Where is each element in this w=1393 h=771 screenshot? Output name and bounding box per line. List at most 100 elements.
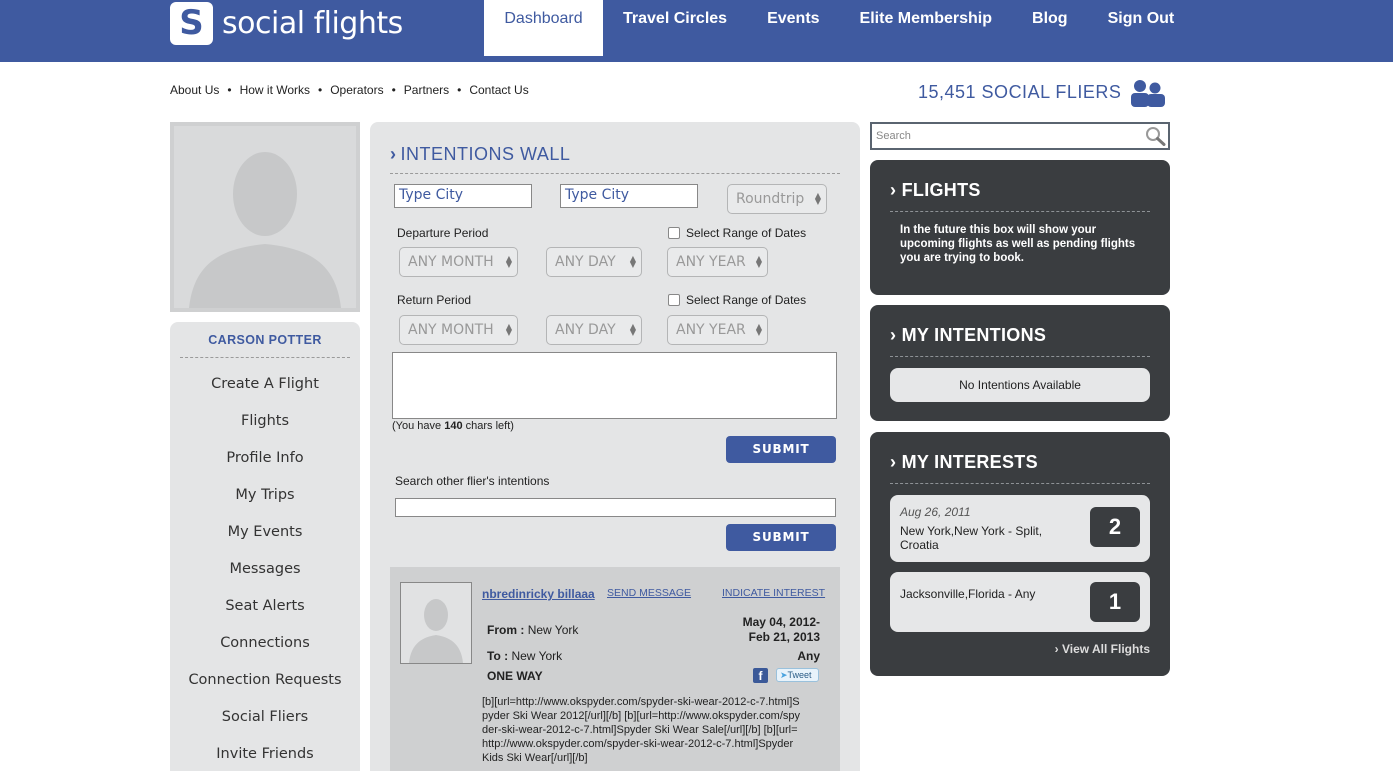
logo-text: social flights [222, 5, 403, 41]
departure-year-select[interactable]: ANY YEAR ▲ ▼ [667, 247, 768, 277]
return-day-value: ANY DAY [555, 322, 616, 338]
subnav-partners[interactable]: Partners [404, 83, 449, 97]
wall-title: › INTENTIONS WALL [390, 144, 570, 165]
search-other-input[interactable] [395, 498, 836, 517]
menu-profile-info[interactable]: Profile Info [170, 440, 360, 477]
post-username-link[interactable]: nbredinricky billaaa [482, 587, 595, 601]
return-range-checkbox[interactable] [668, 294, 680, 306]
menu-social-fliers[interactable]: Social Fliers [170, 699, 360, 736]
site-search-input[interactable]: Search [870, 122, 1170, 150]
my-intentions-panel: › MY INTENTIONS No Intentions Available [870, 305, 1170, 421]
interest-count-badge[interactable]: 1 [1090, 582, 1140, 622]
twitter-bird-icon: ➤ [780, 670, 788, 680]
interest-card[interactable]: Jacksonville,Florida - Any 1 [890, 572, 1150, 632]
bullet-separator: • [457, 83, 462, 97]
departure-range-checkbox[interactable] [668, 227, 680, 239]
social-fliers-count[interactable]: 15,451 SOCIAL FLIERS [918, 76, 1167, 108]
user-silhouette-icon [174, 126, 356, 308]
updown-arrows-icon: ▲ ▼ [755, 322, 762, 337]
logo-icon: S [170, 1, 213, 45]
divider [390, 173, 840, 174]
departure-month-value: ANY MONTH [408, 254, 494, 270]
logo[interactable]: S social flights [170, 0, 403, 46]
nav-events[interactable]: Events [747, 0, 839, 56]
to-label: To : [487, 649, 509, 663]
departure-year-value: ANY YEAR [676, 254, 746, 270]
menu-my-events[interactable]: My Events [170, 514, 360, 551]
departure-range-label: Select Range of Dates [686, 226, 807, 240]
tweet-button[interactable]: ➤Tweet [776, 668, 819, 682]
interests-panel-title: › MY INTERESTS [890, 452, 1038, 473]
return-month-select[interactable]: ANY MONTH ▲ ▼ [399, 315, 518, 345]
nav-sign-out[interactable]: Sign Out [1088, 0, 1195, 56]
nav-travel-circles[interactable]: Travel Circles [603, 0, 747, 56]
search-icon[interactable] [1144, 126, 1166, 146]
return-range-label: Select Range of Dates [686, 293, 807, 307]
date-line-1: May 04, 2012- [742, 615, 820, 629]
date-line-2: Feb 21, 2013 [748, 630, 820, 644]
updown-arrows-icon: ▲ ▼ [505, 254, 512, 269]
bullet-separator: • [318, 83, 323, 97]
post-avatar[interactable] [400, 582, 472, 664]
interest-count-badge[interactable]: 2 [1090, 507, 1140, 547]
subnav-how-it-works[interactable]: How it Works [240, 83, 310, 97]
departure-day-select[interactable]: ANY DAY ▲ ▼ [546, 247, 642, 277]
submit-intention-button[interactable]: SUBMIT [726, 436, 836, 463]
intention-post: nbredinricky billaaa SEND MESSAGE INDICA… [390, 567, 840, 771]
menu-invite-friends[interactable]: Invite Friends [170, 736, 360, 771]
updown-arrows-icon: ▲ ▼ [505, 322, 512, 337]
menu-my-trips[interactable]: My Trips [170, 477, 360, 514]
flights-panel-text: In the future this box will show your up… [900, 224, 1136, 264]
interest-card[interactable]: Aug 26, 2011 New York,New York - Split, … [890, 495, 1150, 562]
subnav-contact-us[interactable]: Contact Us [469, 83, 528, 97]
secondary-nav: About Us • How it Works • Operators • Pa… [170, 83, 537, 97]
profile-avatar[interactable] [170, 122, 360, 312]
nav-dashboard[interactable]: Dashboard [484, 0, 603, 56]
facebook-share-icon[interactable]: f [753, 668, 768, 683]
menu-connections[interactable]: Connections [170, 625, 360, 662]
flights-title-text: FLIGHTS [901, 180, 981, 200]
updown-arrows-icon: ▲ ▼ [629, 254, 636, 269]
interest-route: New York,New York - Split, Croatia [900, 524, 1043, 552]
menu-connection-requests[interactable]: Connection Requests [170, 662, 360, 699]
updown-arrows-icon: ▲ ▼ [755, 254, 762, 269]
return-day-select[interactable]: ANY DAY ▲ ▼ [546, 315, 642, 345]
intentions-title-text: MY INTENTIONS [901, 325, 1047, 345]
trip-type-value: Roundtrip [736, 191, 805, 207]
nav-elite-membership[interactable]: Elite Membership [840, 0, 1012, 56]
trip-type-select[interactable]: Roundtrip ▲ ▼ [727, 184, 827, 214]
intentions-panel-title: › MY INTENTIONS [890, 325, 1046, 346]
return-year-select[interactable]: ANY YEAR ▲ ▼ [667, 315, 768, 345]
my-interests-panel: › MY INTERESTS Aug 26, 2011 New York,New… [870, 432, 1170, 676]
subnav-about-us[interactable]: About Us [170, 83, 219, 97]
fliers-count-text: 15,451 SOCIAL FLIERS [918, 81, 1122, 102]
submit-search-button[interactable]: SUBMIT [726, 524, 836, 551]
indicate-interest-link[interactable]: INDICATE INTEREST [722, 587, 825, 599]
no-intentions-message: No Intentions Available [890, 368, 1150, 402]
updown-arrows-icon: ▲ ▼ [629, 322, 636, 337]
menu-flights[interactable]: Flights [170, 403, 360, 440]
departure-month-select[interactable]: ANY MONTH ▲ ▼ [399, 247, 518, 277]
top-bar: S social flights Dashboard Travel Circle… [0, 0, 1393, 62]
view-all-flights-link[interactable]: › View All Flights [1055, 642, 1150, 656]
post-dates: May 04, 2012- Feb 21, 2013 [743, 615, 820, 645]
chars-prefix: (You have [392, 420, 445, 432]
from-label: From : [487, 623, 525, 637]
post-body: [b][url=http://www.okspyder.com/spyder-s… [482, 696, 801, 764]
profile-name[interactable]: CARSON POTTER [170, 322, 360, 347]
bullet-separator: • [391, 83, 396, 97]
divider [890, 356, 1150, 357]
chevron-right-icon: › [390, 144, 397, 164]
send-message-link[interactable]: SEND MESSAGE [607, 587, 691, 599]
subnav-operators[interactable]: Operators [330, 83, 383, 97]
intention-textarea[interactable] [392, 352, 837, 419]
from-city-input[interactable]: Type City [394, 184, 532, 208]
departure-label: Departure Period [397, 226, 489, 240]
menu-seat-alerts[interactable]: Seat Alerts [170, 588, 360, 625]
nav-blog[interactable]: Blog [1012, 0, 1088, 56]
flights-panel: › FLIGHTS In the future this box will sh… [870, 160, 1170, 295]
to-city-input[interactable]: Type City [560, 184, 698, 208]
menu-messages[interactable]: Messages [170, 551, 360, 588]
menu-create-a-flight[interactable]: Create A Flight [170, 366, 360, 403]
post-from: From : New York [487, 623, 578, 637]
